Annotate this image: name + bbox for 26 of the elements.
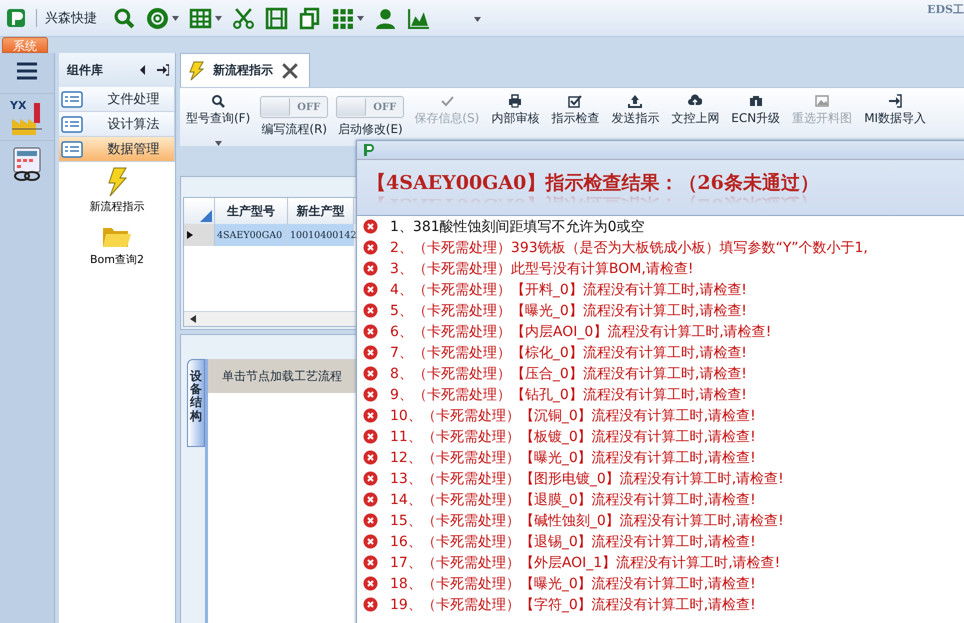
result-message: 11、（卡死需处理）【板镀_0】流程没有计算工时,请检查! (390, 428, 756, 446)
result-message: 13、（卡死需处理）【图形电镀_0】流程没有计算工时,请检查! (390, 470, 784, 488)
result-message: 5、（卡死需处理）【曝光_0】流程没有计算工时,请检查! (390, 302, 747, 320)
table-cell: 10010400142 (288, 224, 354, 246)
result-message: 14、（卡死需处理）【退膜_0】流程没有计算工时,请检查! (390, 490, 756, 508)
result-message: 7、（卡死需处理）【棕化_0】流程没有计算工时,请检查! (390, 344, 747, 362)
toggle-label: 启动修改(E) (338, 121, 403, 138)
corner-label: EDS工 (927, 2, 964, 17)
result-message: 15、（卡死需处理）【碱性蚀刻_0】流程没有计算工时,请检查! (390, 512, 784, 530)
result-message: 16、（卡死需处理）【退锡_0】流程没有计算工时,请检查! (390, 532, 756, 550)
toggle-label: 编写流程(R) (261, 121, 328, 138)
result-message: 1、381酸性蚀刻间距填写不允许为0或空 (390, 218, 645, 236)
result-message: 4、（卡死需处理）【开料_0】流程没有计算工时,请检查! (390, 280, 747, 298)
result-message: 10、（卡死需处理）【沉铜_0】流程没有计算工时,请检查! (390, 406, 756, 424)
result-message: 17、（卡死需处理）【外层AOI_1】流程没有计算工时,请检查! (390, 554, 780, 572)
panel-title: 组件库 (67, 62, 104, 78)
result-message: 18、（卡死需处理）【曝光_0】流程没有计算工时,请检查! (390, 574, 756, 592)
result-message: 12、（卡死需处理）【曝光_0】流程没有计算工时,请检查! (390, 448, 756, 466)
result-message: 2、（卡死需处理）393铣板（是否为大板铣成小板）填写参数“Y”个数小于1, (390, 238, 868, 256)
toolbar-title: 兴森快捷 (36, 9, 97, 27)
result-message: 3、（卡死需处理）此型号没有计算BOM,请检查! (390, 260, 694, 278)
result-message: 8、（卡死需处理）【压合_0】流程没有计算工时,请检查! (390, 364, 747, 382)
result-message: 6、（卡死需处理）【内层AOI_0】流程没有计算工时,请检查! (390, 322, 772, 340)
result-message: 19、（卡死需处理）【字符_0】流程没有计算工时,请检查! (390, 596, 756, 614)
dialog-heading: 【4SAEY00GA0】指示检查结果：（26条未通过） (367, 171, 820, 196)
table-cell: 4SAEY00GA0 (215, 224, 288, 246)
